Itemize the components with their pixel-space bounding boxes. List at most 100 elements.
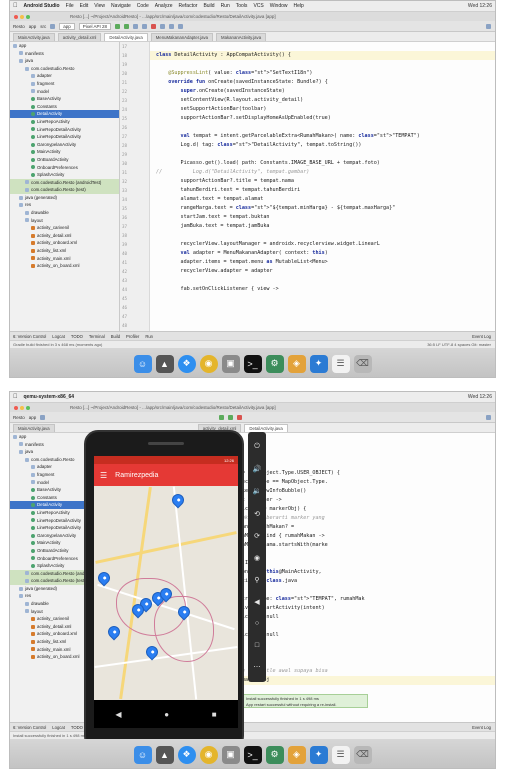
menu-build[interactable]: Build: [203, 3, 214, 9]
terminal-icon[interactable]: >_: [243, 745, 262, 764]
project-tree-item[interactable]: OnBoardActivity: [10, 156, 119, 164]
tool-version-control[interactable]: 6: Version Control: [13, 334, 46, 339]
zoom-window-button[interactable]: [26, 14, 30, 19]
menu-refactor[interactable]: Refactor: [179, 3, 198, 9]
tool-todo[interactable]: TODO: [71, 334, 83, 339]
project-tree-item[interactable]: Constants: [10, 103, 119, 111]
project-tree-item[interactable]: BaseActivity: [10, 95, 119, 103]
tab-makanan-activity[interactable]: MakananActivity.java: [216, 32, 267, 41]
project-tree-item[interactable]: fragment: [10, 80, 119, 88]
trash-icon[interactable]: ⌫: [353, 745, 372, 764]
tool-profiler[interactable]: Profiler: [126, 334, 139, 339]
volume-down-icon[interactable]: 🔉: [253, 487, 262, 495]
tab-main-activity[interactable]: MainActivity.java: [13, 423, 55, 432]
project-tree-item[interactable]: OnboardPreferences: [10, 164, 119, 172]
launchpad-icon[interactable]: ▲: [155, 354, 174, 373]
run-icon[interactable]: [115, 23, 121, 29]
profile-icon[interactable]: [133, 23, 139, 29]
chrome-icon[interactable]: ◉: [199, 745, 218, 764]
run-config-select[interactable]: app: [59, 22, 75, 30]
tool-event-log[interactable]: Event Log: [472, 334, 491, 339]
run-icon[interactable]: [219, 414, 225, 420]
search-icon[interactable]: [486, 23, 491, 29]
tool-run[interactable]: Run: [145, 334, 153, 339]
chrome-icon[interactable]: ◉: [199, 354, 218, 373]
rotate-right-icon[interactable]: ⟳: [254, 532, 260, 540]
project-tree-item[interactable]: LineRepoDetailActivity: [10, 133, 119, 141]
project-tree-item[interactable]: com.codestudio.Resto: [10, 65, 119, 73]
project-tree-item[interactable]: activity_detail.xml: [10, 232, 119, 240]
project-tree-item[interactable]: LineRepoActivity: [10, 118, 119, 126]
project-tree-item[interactable]: manifests: [10, 50, 119, 58]
tool-logcat[interactable]: Logcat: [52, 334, 65, 339]
pycharm-icon[interactable]: ◈: [287, 354, 306, 373]
attach-debugger-icon[interactable]: [142, 23, 148, 29]
avd-manager-icon[interactable]: [169, 23, 175, 29]
menu-icon[interactable]: ☰: [100, 471, 107, 480]
map-marker-pin[interactable]: [169, 491, 187, 509]
sync-icon[interactable]: [40, 414, 46, 420]
preview-icon[interactable]: ▣: [221, 354, 240, 373]
menu-code[interactable]: Code: [137, 3, 149, 9]
project-tree-item[interactable]: activity_on_board.xml: [10, 262, 119, 270]
gradle-sync-icon[interactable]: [160, 23, 166, 29]
zoom-icon[interactable]: ⚲: [254, 576, 259, 584]
tool-logcat[interactable]: Logcat: [52, 725, 65, 730]
breadcrumb-item[interactable]: Resto: [13, 24, 25, 29]
minimize-window-button[interactable]: [20, 14, 24, 19]
app-menu[interactable]: Android Studio: [24, 3, 60, 9]
trash-icon[interactable]: ⌫: [353, 354, 372, 373]
map-marker-pin[interactable]: [105, 623, 123, 641]
stop-icon[interactable]: [237, 414, 243, 420]
project-tree-item[interactable]: layout: [10, 217, 119, 225]
menu-run[interactable]: Run: [221, 3, 230, 9]
search-icon[interactable]: [486, 414, 491, 420]
tab-activity-detail-xml[interactable]: activity_detail.xml: [57, 32, 102, 41]
close-window-button[interactable]: [14, 14, 18, 19]
code-editor[interactable]: class DetailActivity : AppCompatActivity…: [150, 42, 495, 331]
menu-help[interactable]: Help: [294, 3, 304, 9]
overview-icon[interactable]: □: [255, 642, 259, 649]
sdk-manager-icon[interactable]: [178, 23, 184, 29]
pycharm-icon[interactable]: ◈: [287, 745, 306, 764]
project-tree-item[interactable]: java: [10, 57, 119, 65]
debug-icon[interactable]: [228, 414, 234, 420]
stop-icon[interactable]: [151, 23, 157, 29]
project-tree-item[interactable]: com.codestudio.Resto (test): [10, 186, 119, 194]
finder-icon[interactable]: ☺: [133, 354, 152, 373]
safari-icon[interactable]: ❖: [177, 354, 196, 373]
more-icon[interactable]: ⋯: [254, 663, 261, 671]
volume-up-icon[interactable]: 🔊: [253, 465, 262, 473]
power-icon[interactable]: ⏻: [254, 443, 260, 451]
preview-icon[interactable]: ▣: [221, 745, 240, 764]
project-tree-item[interactable]: activity_carivenil: [10, 224, 119, 232]
tool-version-control[interactable]: 6: Version Control: [13, 725, 46, 730]
menu-vcs[interactable]: VCS: [253, 3, 263, 9]
project-tree-item[interactable]: DetailActivity: [10, 110, 119, 118]
zoom-window-button[interactable]: [26, 405, 30, 410]
android-studio-icon[interactable]: ⚙: [265, 745, 284, 764]
breadcrumb-item[interactable]: app: [29, 24, 37, 29]
project-tree-item[interactable]: LineRepoDetailActivity: [10, 126, 119, 134]
menu-analyze[interactable]: Analyze: [155, 3, 173, 9]
tab-menu-makanan-adapter[interactable]: MenuMakananAdapter.java: [150, 32, 214, 41]
launchpad-icon[interactable]: ▲: [155, 745, 174, 764]
map-view[interactable]: [94, 486, 238, 700]
project-tree-item[interactable]: adapter: [10, 72, 119, 80]
project-tree-item[interactable]: java (generated): [10, 194, 119, 202]
menu-edit[interactable]: Edit: [80, 3, 89, 9]
safari-icon[interactable]: ❖: [177, 745, 196, 764]
breadcrumb-item[interactable]: app: [29, 415, 37, 420]
camera-icon[interactable]: ◉: [254, 554, 260, 562]
project-tree-item[interactable]: GaronypelanActivity: [10, 141, 119, 149]
project-tree-item[interactable]: model: [10, 88, 119, 96]
app-menu[interactable]: qemu-system-x86_64: [24, 394, 75, 400]
project-tree-item[interactable]: app: [10, 42, 119, 50]
vscode-icon[interactable]: ✦: [309, 354, 328, 373]
menu-window[interactable]: Window: [270, 3, 288, 9]
terminal-icon[interactable]: >_: [243, 354, 262, 373]
project-tree-item[interactable]: SplashActivity: [10, 171, 119, 179]
vscode-icon[interactable]: ✦: [309, 745, 328, 764]
home-icon[interactable]: ○: [255, 620, 259, 627]
apple-menu-icon[interactable]: : [13, 3, 18, 9]
